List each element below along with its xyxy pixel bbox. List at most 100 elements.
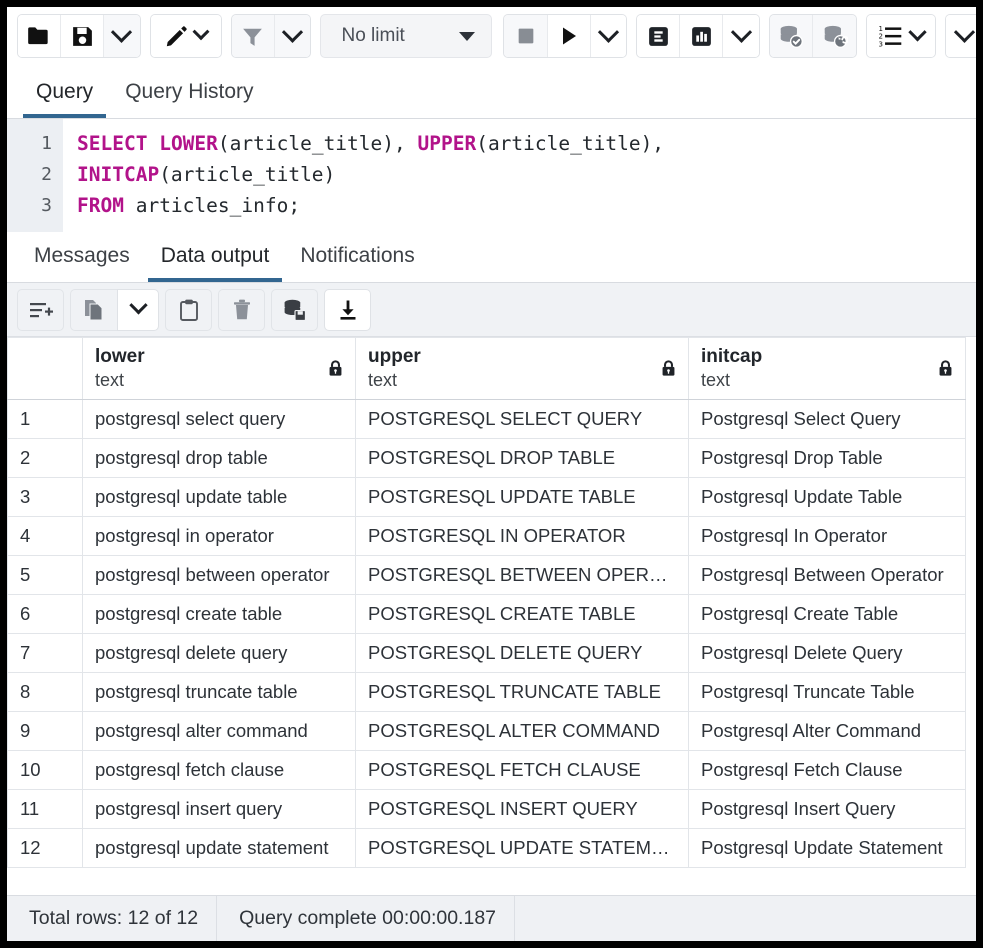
chevron-down-icon xyxy=(598,21,619,42)
filter-button[interactable] xyxy=(232,15,275,57)
save-data-button[interactable] xyxy=(271,289,318,331)
commit-button[interactable] xyxy=(770,15,813,57)
save-file-dropdown[interactable] xyxy=(104,15,140,57)
rollback-button[interactable] xyxy=(813,15,856,57)
cell-upper[interactable]: POSTGRESQL FETCH CLAUSE xyxy=(356,751,689,790)
cell-upper[interactable]: POSTGRESQL CREATE TABLE xyxy=(356,595,689,634)
paste-button[interactable] xyxy=(165,289,212,331)
edit-button[interactable] xyxy=(151,15,221,57)
macros-button[interactable]: 1 2 3 xyxy=(867,15,935,57)
table-row[interactable]: 4postgresql in operatorPOSTGRESQL IN OPE… xyxy=(8,517,966,556)
cell-initcap[interactable]: Postgresql Alter Command xyxy=(689,712,966,751)
explain-dropdown[interactable] xyxy=(723,15,759,57)
column-header-initcap[interactable]: initcap text xyxy=(689,338,966,400)
cell-lower[interactable]: postgresql insert query xyxy=(83,790,356,829)
table-row[interactable]: 1postgresql select queryPOSTGRESQL SELEC… xyxy=(8,400,966,439)
column-type: text xyxy=(95,369,145,393)
cell-lower[interactable]: postgresql update table xyxy=(83,478,356,517)
cell-initcap[interactable]: Postgresql Select Query xyxy=(689,400,966,439)
cell-initcap[interactable]: Postgresql Update Statement xyxy=(689,829,966,868)
tab-query[interactable]: Query xyxy=(23,80,106,118)
stop-button[interactable] xyxy=(504,15,547,57)
sql-token: INITCAP xyxy=(77,163,159,186)
table-row[interactable]: 11postgresql insert queryPOSTGRESQL INSE… xyxy=(8,790,966,829)
transaction-button-group xyxy=(769,14,857,58)
table-row[interactable]: 2postgresql drop tablePOSTGRESQL DROP TA… xyxy=(8,439,966,478)
explain-analyze-icon xyxy=(689,24,714,49)
column-header-upper[interactable]: upper text xyxy=(356,338,689,400)
table-row[interactable]: 10postgresql fetch clausePOSTGRESQL FETC… xyxy=(8,751,966,790)
cell-upper[interactable]: POSTGRESQL ALTER COMMAND xyxy=(356,712,689,751)
execute-dropdown[interactable] xyxy=(591,15,627,57)
play-icon xyxy=(557,24,581,48)
toolbar-overflow-button[interactable] xyxy=(946,15,976,57)
column-header-lower[interactable]: lower text xyxy=(83,338,356,400)
triangle-down-icon xyxy=(459,32,475,41)
copy-dropdown[interactable] xyxy=(117,289,159,331)
cell-lower[interactable]: postgresql update statement xyxy=(83,829,356,868)
cell-upper[interactable]: POSTGRESQL DELETE QUERY xyxy=(356,634,689,673)
sql-token: (article_title), xyxy=(476,132,664,155)
row-number-cell: 9 xyxy=(8,712,83,751)
filter-icon xyxy=(240,24,265,49)
download-button[interactable] xyxy=(324,289,371,331)
column-type: text xyxy=(701,369,762,393)
cell-lower[interactable]: postgresql fetch clause xyxy=(83,751,356,790)
row-limit-select[interactable]: No limit xyxy=(320,14,492,58)
cell-lower[interactable]: postgresql truncate table xyxy=(83,673,356,712)
cell-lower[interactable]: postgresql select query xyxy=(83,400,356,439)
open-file-button[interactable] xyxy=(18,15,61,57)
table-row[interactable]: 9postgresql alter commandPOSTGRESQL ALTE… xyxy=(8,712,966,751)
table-row[interactable]: 5postgresql between operatorPOSTGRESQL B… xyxy=(8,556,966,595)
cell-upper[interactable]: POSTGRESQL DROP TABLE xyxy=(356,439,689,478)
cell-initcap[interactable]: Postgresql Truncate Table xyxy=(689,673,966,712)
delete-button[interactable] xyxy=(218,289,265,331)
lock-icon xyxy=(936,358,955,379)
cell-upper[interactable]: POSTGRESQL TRUNCATE TABLE xyxy=(356,673,689,712)
cell-lower[interactable]: postgresql between operator xyxy=(83,556,356,595)
execute-button[interactable] xyxy=(548,15,591,57)
cell-upper[interactable]: POSTGRESQL BETWEEN OPERATOR xyxy=(356,556,689,595)
cell-initcap[interactable]: Postgresql Between Operator xyxy=(689,556,966,595)
cell-initcap[interactable]: Postgresql Insert Query xyxy=(689,790,966,829)
cell-lower[interactable]: postgresql in operator xyxy=(83,517,356,556)
chevron-down-icon xyxy=(111,21,132,42)
cell-initcap[interactable]: Postgresql Update Table xyxy=(689,478,966,517)
cell-initcap[interactable]: Postgresql Create Table xyxy=(689,595,966,634)
tab-query-history[interactable]: Query History xyxy=(112,80,266,118)
table-row[interactable]: 3postgresql update tablePOSTGRESQL UPDAT… xyxy=(8,478,966,517)
table-row[interactable]: 12postgresql update statementPOSTGRESQL … xyxy=(8,829,966,868)
cell-lower[interactable]: postgresql delete query xyxy=(83,634,356,673)
cell-initcap[interactable]: Postgresql Drop Table xyxy=(689,439,966,478)
cell-initcap[interactable]: Postgresql Fetch Clause xyxy=(689,751,966,790)
row-number-cell: 3 xyxy=(8,478,83,517)
overflow-button-group xyxy=(945,14,976,58)
chevron-down-icon xyxy=(908,23,926,41)
tab-data-output[interactable]: Data output xyxy=(148,244,283,282)
cell-upper[interactable]: POSTGRESQL INSERT QUERY xyxy=(356,790,689,829)
tab-messages[interactable]: Messages xyxy=(21,244,143,282)
cell-lower[interactable]: postgresql drop table xyxy=(83,439,356,478)
sql-code-area[interactable]: SELECT LOWER(article_title), UPPER(artic… xyxy=(63,119,976,232)
explain-button[interactable] xyxy=(637,15,680,57)
sql-editor[interactable]: 1 2 3 SELECT LOWER(article_title), UPPER… xyxy=(7,119,976,232)
add-row-button[interactable] xyxy=(17,289,64,331)
copy-button[interactable] xyxy=(70,289,117,331)
tab-notifications[interactable]: Notifications xyxy=(287,244,427,282)
filter-dropdown[interactable] xyxy=(275,15,311,57)
explain-analyze-button[interactable] xyxy=(680,15,723,57)
save-file-button[interactable] xyxy=(61,15,104,57)
cell-lower[interactable]: postgresql create table xyxy=(83,595,356,634)
cell-lower[interactable]: postgresql alter command xyxy=(83,712,356,751)
data-output-grid[interactable]: lower text xyxy=(7,337,976,901)
cell-initcap[interactable]: Postgresql In Operator xyxy=(689,517,966,556)
cell-upper[interactable]: POSTGRESQL IN OPERATOR xyxy=(356,517,689,556)
cell-upper[interactable]: POSTGRESQL UPDATE TABLE xyxy=(356,478,689,517)
cell-upper[interactable]: POSTGRESQL UPDATE STATEMENT xyxy=(356,829,689,868)
cell-upper[interactable]: POSTGRESQL SELECT QUERY xyxy=(356,400,689,439)
table-row[interactable]: 8postgresql truncate tablePOSTGRESQL TRU… xyxy=(8,673,966,712)
save-icon xyxy=(70,24,95,49)
table-row[interactable]: 7postgresql delete queryPOSTGRESQL DELET… xyxy=(8,634,966,673)
cell-initcap[interactable]: Postgresql Delete Query xyxy=(689,634,966,673)
table-row[interactable]: 6postgresql create tablePOSTGRESQL CREAT… xyxy=(8,595,966,634)
